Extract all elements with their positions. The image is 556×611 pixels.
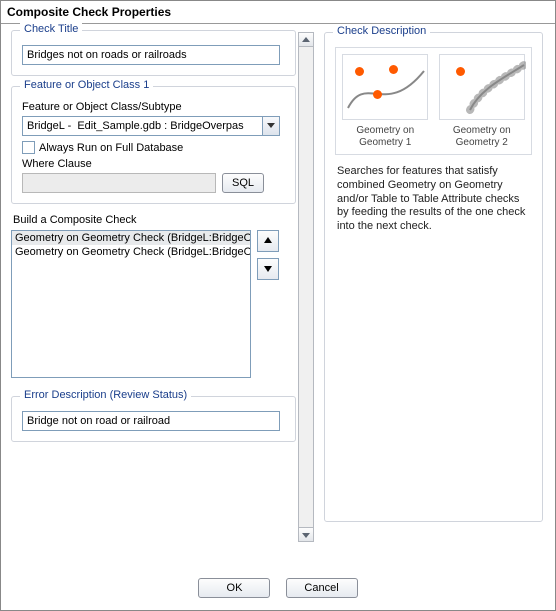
move-up-button[interactable] <box>257 230 279 252</box>
error-description-input[interactable] <box>22 411 280 431</box>
thumbnail-row: Geometry onGeometry 1 Geometry onGeometr… <box>335 47 532 155</box>
geometry-on-geometry-2-icon <box>439 54 525 120</box>
always-run-row[interactable]: Always Run on Full Database <box>22 141 285 154</box>
feature-class-combo[interactable] <box>22 116 280 136</box>
check-description-text: Searches for features that satisfy combi… <box>335 165 532 234</box>
feature-class-group: Feature or Object Class 1 Feature or Obj… <box>11 86 296 204</box>
thumbnail-2: Geometry onGeometry 2 <box>437 54 528 148</box>
check-description-legend: Check Description <box>333 25 430 37</box>
check-title-legend: Check Title <box>20 23 82 35</box>
geometry-on-geometry-1-icon <box>342 54 428 120</box>
cancel-button[interactable]: Cancel <box>286 578 358 598</box>
footer: OK Cancel <box>1 572 555 606</box>
error-description-legend: Error Description (Review Status) <box>20 389 191 401</box>
composite-listbox[interactable]: Geometry on Geometry Check (BridgeL:Brid… <box>11 230 251 378</box>
right-column: Check Description Geometry onGeometry 1 <box>314 24 555 572</box>
where-clause-input <box>22 173 216 193</box>
error-description-group: Error Description (Review Status) <box>11 396 296 442</box>
check-description-group: Check Description Geometry onGeometry 1 <box>324 32 543 522</box>
scrollbar[interactable] <box>298 32 314 542</box>
feature-class-dropdown-button[interactable] <box>262 116 280 136</box>
thumbnail-1-label: Geometry onGeometry 1 <box>356 125 414 148</box>
sql-button[interactable]: SQL <box>222 173 264 193</box>
feature-class-label: Feature or Object Class/Subtype <box>22 101 285 113</box>
content-area: Check Title Feature or Object Class 1 Fe… <box>1 24 555 572</box>
check-title-input[interactable] <box>22 45 280 65</box>
feature-class-value[interactable] <box>22 116 262 136</box>
feature-class-legend: Feature or Object Class 1 <box>20 79 153 91</box>
thumbnail-1: Geometry onGeometry 1 <box>340 54 431 148</box>
scroll-up-icon[interactable] <box>299 33 313 47</box>
left-column: Check Title Feature or Object Class 1 Fe… <box>1 24 296 572</box>
list-item[interactable]: Geometry on Geometry Check (BridgeL:Brid… <box>12 245 250 259</box>
thumbnail-2-label: Geometry onGeometry 2 <box>453 125 511 148</box>
composite-title: Build a Composite Check <box>13 214 296 226</box>
where-clause-label: Where Clause <box>22 158 285 170</box>
always-run-label: Always Run on Full Database <box>39 142 183 154</box>
ok-button[interactable]: OK <box>198 578 270 598</box>
check-title-group: Check Title <box>11 30 296 76</box>
move-down-button[interactable] <box>257 258 279 280</box>
scroll-down-icon[interactable] <box>299 527 313 541</box>
list-item[interactable]: Geometry on Geometry Check (BridgeL:Brid… <box>12 231 250 245</box>
always-run-checkbox[interactable] <box>22 141 35 154</box>
window-title: Composite Check Properties <box>1 1 555 24</box>
